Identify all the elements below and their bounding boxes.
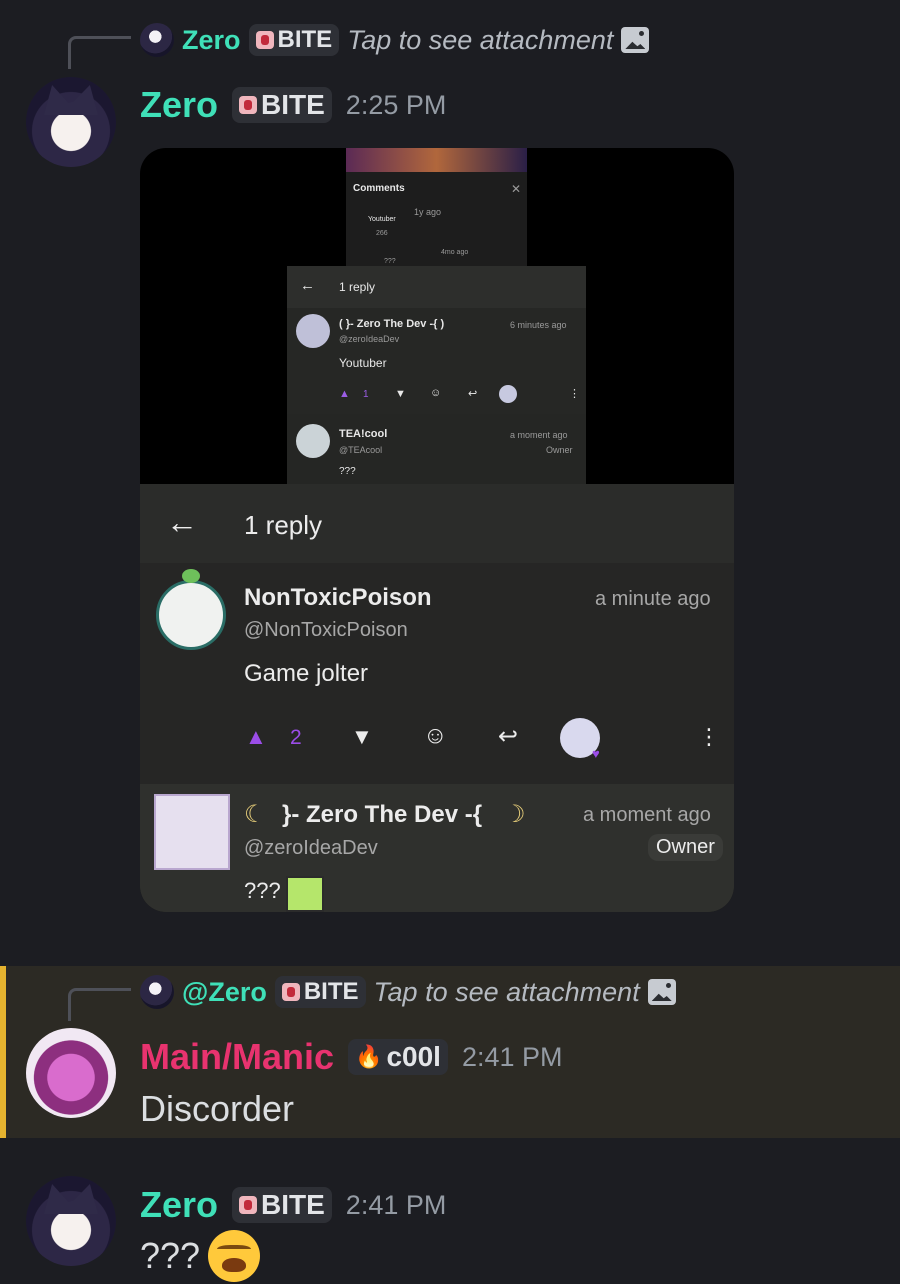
pixel-emoji-icon [286, 876, 324, 912]
back-arrow-icon: ← [166, 504, 198, 540]
username[interactable]: Main/Manic [140, 1036, 334, 1078]
frog-icon [182, 569, 200, 583]
commenter-avatar [156, 580, 226, 650]
video-thumbnail [346, 148, 527, 172]
comment-text: ??? [244, 878, 281, 903]
bite-icon [281, 983, 300, 1001]
dislike-icon: ▼ [395, 388, 406, 400]
close-icon: ✕ [511, 182, 522, 196]
timestamp: 2:41 PM [461, 1041, 563, 1072]
comment-time: a minute ago [595, 588, 711, 610]
avatar[interactable] [26, 77, 116, 167]
embedded-comments-top: Comments ✕ 1y ago Youtuber 266 4mo ago ?… [346, 148, 527, 266]
message-header: Zero BITE 2:25 PM [140, 84, 446, 126]
avatar[interactable] [26, 1176, 116, 1266]
owner-badge: Owner [546, 445, 573, 455]
comment-text: Game jolter [244, 660, 369, 687]
like-icon: ▲ [339, 388, 350, 400]
reply-avatar [140, 975, 174, 1009]
username[interactable]: Zero [140, 84, 218, 126]
username[interactable]: Zero [140, 1184, 218, 1226]
commenter-name: NonToxicPoison [244, 584, 432, 611]
heart-icon: ♥ [592, 746, 600, 761]
commenter-handle: @zeroIdeaDev [244, 837, 378, 859]
message-body: ??? [140, 1230, 261, 1282]
comment-time: a moment ago [583, 804, 711, 826]
tiny-timestamp: 4mo ago [441, 249, 469, 256]
reply-preview[interactable]: Tap to see attachment [347, 25, 613, 56]
gift-icon: ☺ [430, 387, 442, 399]
comments-label: Comments [353, 183, 405, 194]
reply-icon: ↩ [468, 388, 478, 400]
commenter-name: ( }- Zero The Dev -{ ) [339, 318, 445, 330]
message-text: Discorder [140, 1088, 295, 1129]
commenter-handle: @NonToxicPoison [244, 619, 408, 641]
image-icon [647, 979, 676, 1005]
commenter-handle: @TEAcool [339, 445, 383, 455]
back-arrow-icon: ← [300, 277, 315, 294]
reply-count: 1 reply [244, 510, 323, 540]
bite-icon [239, 96, 258, 114]
comment-time: 6 minutes ago [510, 320, 567, 330]
commenter-avatar [296, 424, 330, 458]
creator-heart-avatar [499, 385, 517, 403]
tiny-likes: 266 [376, 230, 388, 237]
comment-text: Youtuber [339, 356, 387, 370]
reply-connector [68, 988, 131, 1021]
reply-author[interactable]: @Zero [182, 977, 267, 1008]
image-icon [621, 27, 650, 53]
message-header: Main/Manic 🔥 c00l 2:41 PM [140, 1036, 563, 1078]
reply-count: 1 reply [339, 280, 376, 294]
moon-icon: ☾ [244, 801, 266, 828]
commenter-name: }- Zero The Dev -{ [282, 801, 483, 828]
reply-reference[interactable]: @Zero BITE Tap to see attachment [140, 971, 676, 1013]
more-icon: ⋮ [698, 724, 720, 749]
server-tag: BITE [274, 976, 366, 1008]
owner-badge: Owner [648, 834, 723, 861]
tiny-timestamp: 1y ago [414, 207, 442, 217]
embedded-reply-panel-small: ← 1 reply ( }- Zero The Dev -{ ) 6 minut… [287, 266, 586, 484]
reply-icon: ↩ [498, 723, 519, 750]
reply-panel-header: ← 1 reply [140, 484, 734, 563]
like-count: 2 [290, 726, 302, 749]
server-tag: 🔥 c00l [348, 1039, 448, 1075]
embedded-reply-panel: ← 1 reply NonToxicPoison a minute ago @N… [140, 484, 734, 912]
comment-time: a moment ago [510, 430, 568, 440]
commenter-avatar [296, 314, 330, 348]
image-attachment[interactable]: Comments ✕ 1y ago Youtuber 266 4mo ago ?… [140, 148, 734, 912]
moon-icon: ☽ [504, 801, 526, 828]
tiny-comment: ??? [384, 258, 396, 265]
bite-icon [255, 31, 274, 49]
reply-author[interactable]: Zero [182, 25, 241, 56]
reply-reference[interactable]: Zero BITE Tap to see attachment [140, 19, 650, 61]
reply-connector [68, 36, 131, 69]
message-text: ??? [140, 1235, 201, 1276]
server-tag: BITE [232, 87, 332, 123]
reply-avatar [140, 23, 174, 57]
timestamp: 2:41 PM [345, 1189, 447, 1220]
comment-text: ??? [339, 466, 356, 477]
tiny-comment: Youtuber [368, 216, 396, 223]
server-tag: BITE [248, 24, 340, 56]
like-icon: ▲ [245, 724, 267, 749]
gift-icon: ☺ [423, 722, 448, 749]
loudly-crying-emoji-icon [208, 1230, 261, 1282]
server-tag: BITE [232, 1187, 332, 1223]
flame-icon: 🔥 [355, 1044, 383, 1069]
like-count: 1 [363, 389, 369, 400]
bite-icon [239, 1196, 258, 1214]
reply-preview[interactable]: Tap to see attachment [374, 977, 640, 1008]
avatar[interactable] [26, 1028, 116, 1118]
commenter-avatar [154, 794, 230, 870]
message-header: Zero BITE 2:41 PM [140, 1184, 446, 1226]
dislike-icon: ▼ [351, 724, 373, 749]
timestamp: 2:25 PM [345, 89, 447, 120]
commenter-name: TEA!cool [339, 428, 388, 440]
commenter-handle: @zeroIdeaDev [339, 334, 400, 344]
more-icon: ⋮ [569, 388, 580, 400]
